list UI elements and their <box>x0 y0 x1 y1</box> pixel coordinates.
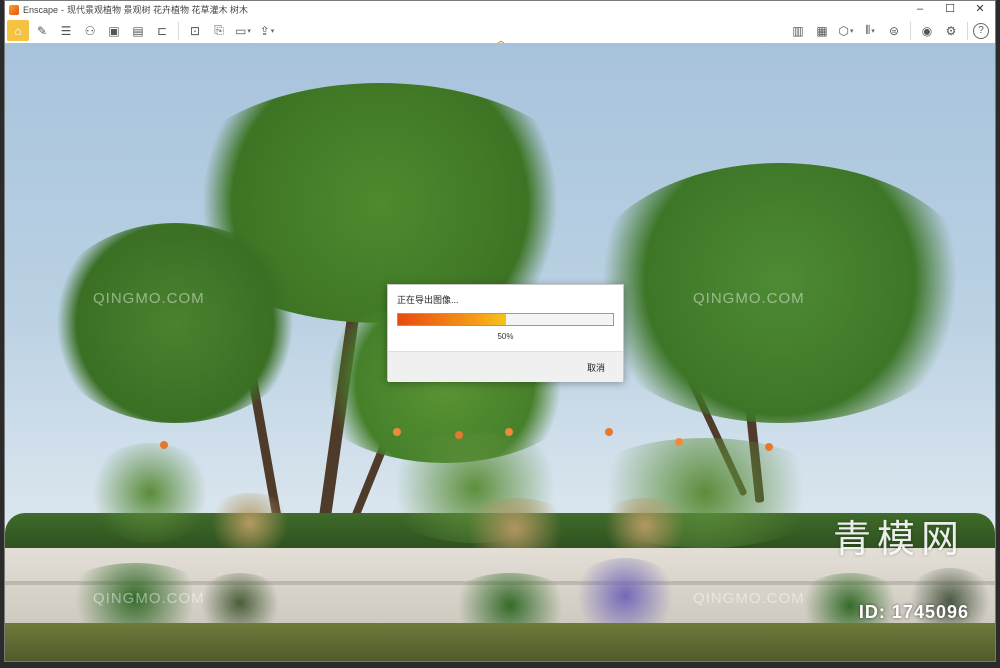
monitor-icon[interactable]: ▦ <box>811 20 833 41</box>
library-icon[interactable]: ⫴ ▾ <box>859 20 881 41</box>
help-icon[interactable]: ? <box>973 22 989 39</box>
export-icon[interactable]: ⎘ <box>208 20 230 41</box>
enscape-logo-icon <box>9 4 19 15</box>
dialog-title: 正在导出图像... <box>397 295 459 305</box>
share-icon[interactable]: ⇪ ▾ <box>256 20 278 41</box>
watermark-text: QINGMO.COM <box>93 290 205 307</box>
vr-headset-icon[interactable]: ⊜ <box>883 20 905 41</box>
close-button[interactable]: ✕ <box>965 1 995 18</box>
binoculars-icon[interactable]: ⚇ <box>79 20 101 41</box>
progress-bar <box>397 313 614 326</box>
maximize-button[interactable]: ☐ <box>935 1 965 18</box>
flower <box>160 441 168 449</box>
flower <box>765 443 773 451</box>
home-icon[interactable]: ⌂ <box>7 20 29 41</box>
lawn <box>5 623 995 661</box>
image-id-watermark: ID: 1745096 <box>858 602 969 622</box>
progress-percent: 50% <box>497 332 514 341</box>
progress-bar-fill <box>398 314 506 325</box>
text-lines-icon[interactable]: ☰ <box>55 20 77 41</box>
flower <box>675 438 683 446</box>
cube-icon[interactable]: ⬡ ▾ <box>835 20 857 41</box>
flower <box>393 428 401 436</box>
tree-canopy <box>45 223 305 423</box>
app-name: Enscape <box>23 4 59 15</box>
chair-icon[interactable]: ⊏ <box>151 20 173 41</box>
watermark-text: QINGMO.COM <box>93 590 205 607</box>
export-progress-dialog: 正在导出图像... 50% 取消 <box>387 284 624 382</box>
cancel-button[interactable]: 取消 <box>587 361 605 374</box>
screenshot-icon[interactable]: ⊡ <box>184 20 206 41</box>
grass-clump <box>205 493 295 553</box>
minimize-button[interactable]: – <box>905 1 935 18</box>
dialog-footer: 取消 <box>388 351 623 382</box>
map-icon[interactable]: ▥ <box>787 20 809 41</box>
flower <box>455 431 463 439</box>
video-icon[interactable]: ▭ ▾ <box>232 20 254 41</box>
window-title: 现代景观植物 景观树 花卉植物 花草灌木 树木 <box>67 5 249 15</box>
flower <box>505 428 513 436</box>
box-icon[interactable]: ▤ <box>127 20 149 41</box>
grass-clump <box>595 498 695 553</box>
shrub <box>85 443 215 543</box>
eye-icon[interactable]: ◉ <box>916 20 938 41</box>
title-bar: Enscape - 现代景观植物 景观树 花卉植物 花草灌木 树木 – ☐ ✕ <box>5 1 995 18</box>
brush-icon[interactable]: ✎ <box>31 20 53 41</box>
brand-watermark: 青模网 <box>832 517 965 561</box>
lavender-shrub <box>570 558 680 633</box>
watermark-text: QINGMO.COM <box>693 590 805 607</box>
watermark-text: QINGMO.COM <box>693 290 805 307</box>
enscape-window: Enscape - 现代景观植物 景观树 花卉植物 花草灌木 树木 – ☐ ✕ … <box>4 0 996 662</box>
image-icon[interactable]: ▣ <box>103 20 125 41</box>
flower <box>605 428 613 436</box>
settings-icon[interactable]: ⚙ <box>940 20 962 41</box>
